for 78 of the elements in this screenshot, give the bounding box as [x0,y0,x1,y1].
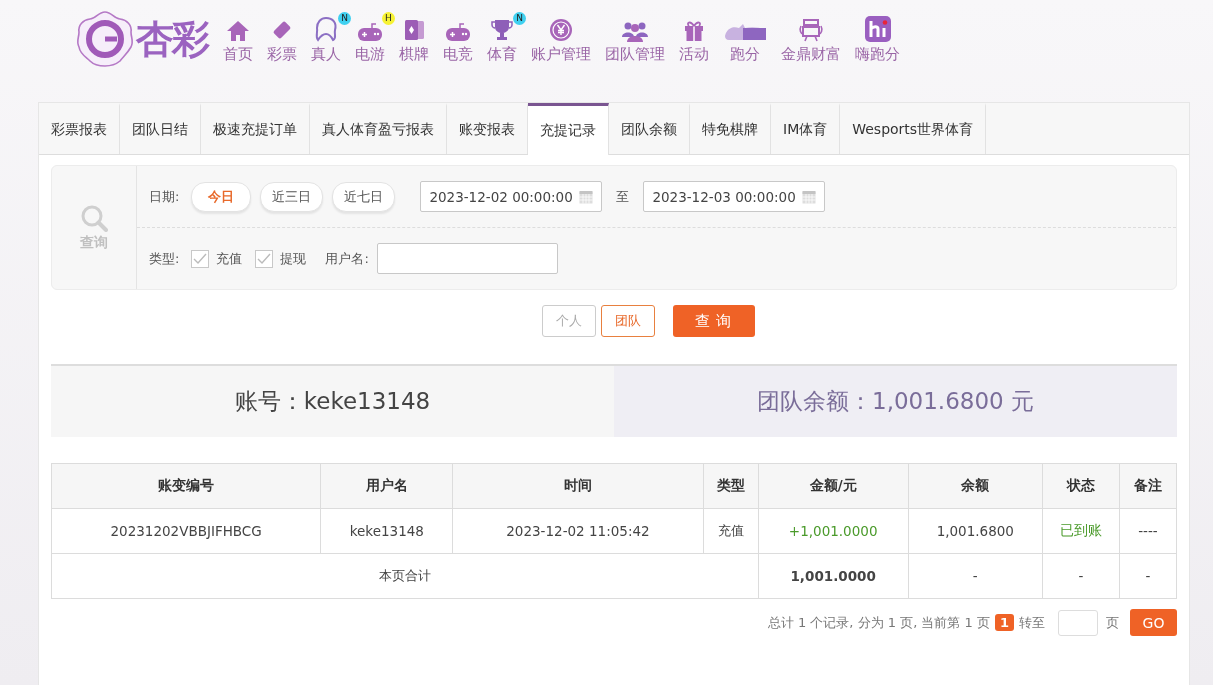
table-cell: ---- [1119,508,1177,554]
report-tab[interactable]: IM体育 [771,103,841,154]
nav-badge: N [338,12,351,25]
type-label: 类型: [149,249,180,268]
calendar-icon [802,189,817,204]
team-balance-text: 团队余额：1,001.6800 元 [757,387,1034,416]
report-tab[interactable]: 彩票报表 [39,103,120,154]
cards-icon [402,18,426,42]
table-cell: keke13148 [320,508,453,554]
table-cell: +1,001.0000 [758,508,909,554]
table-cell: - [908,553,1043,599]
nav-item[interactable]: 嗨跑分 [848,10,907,64]
group-icon [621,20,649,42]
search-icon [80,203,108,232]
end-date-field[interactable]: 2023-12-03 00:00:00 [643,181,826,212]
column-header: 备注 [1119,463,1177,509]
quick-date-button[interactable]: 近七日 [332,181,396,212]
checkbox[interactable] [255,249,274,268]
table-cell: 2023-12-02 11:05:42 [452,508,704,554]
nav-badge: N [513,12,526,25]
checkbox-label: 充值 [216,249,243,268]
hi-app-icon [864,16,891,42]
nav-item[interactable]: 电竞 [436,10,480,64]
nav-item[interactable]: N 体育 [480,10,524,64]
calendar-icon [579,189,594,204]
table-cell: 1,001.6800 [908,508,1043,554]
date-label: 日期: [149,187,180,206]
goto-label: 转至 [1019,613,1045,632]
table-cell: - [1042,553,1120,599]
nav-item[interactable]: 账户管理 [524,10,598,64]
nav-item[interactable]: H 电游 [348,10,392,64]
report-tab[interactable]: 真人体育盈亏报表 [310,103,447,154]
account-text: 账号：keke13148 [234,387,431,416]
report-tab[interactable]: 充提记录 [528,103,609,155]
column-header: 类型 [703,463,759,509]
nav-item[interactable]: N 真人 [304,10,348,64]
gamepad-icon [357,22,383,42]
table-cell: - [1119,553,1177,599]
username-label: 用户名: [325,249,369,268]
logo-text[interactable]: 杏彩 [136,13,208,65]
column-header: 金额/元 [758,463,909,509]
page-number-field[interactable] [1058,609,1098,636]
page-unit-label: 页 [1106,613,1119,632]
yen-coin-icon [549,18,573,42]
home-icon [226,20,250,42]
column-header: 余额 [908,463,1043,509]
logo-emblem-icon [76,10,134,68]
nav-item[interactable]: 团队管理 [598,10,672,64]
column-header: 状态 [1042,463,1120,509]
username-field[interactable] [376,243,558,274]
report-tab[interactable]: Wesports世界体育 [840,103,987,154]
nav-item[interactable]: 跑分 [716,10,774,64]
report-tab[interactable]: 团队余额 [609,103,690,154]
column-header: 用户名 [320,463,453,509]
nav-item[interactable]: 金鼎财富 [774,10,848,64]
total-label-cell: 本页合计 [51,553,759,599]
table-cell: 已到账 [1042,508,1120,554]
table-cell: 充值 [703,508,759,554]
column-header: 账变编号 [51,463,321,509]
nav-item[interactable]: 首页 [216,10,260,64]
quick-date-button[interactable]: 近三日 [260,181,324,212]
checkbox[interactable] [191,249,210,268]
nav-badge: H [382,12,395,25]
table-cell: 20231202VBBJIFHBCG [51,508,321,554]
report-tab[interactable]: 极速充提订单 [201,103,310,154]
trophy-icon [490,18,514,42]
checkbox-label: 提现 [280,249,307,268]
total-amount-cell: 1,001.0000 [758,553,909,599]
gamepad-icon [445,22,471,42]
nav-item[interactable]: 活动 [672,10,716,64]
start-date-field[interactable]: 2023-12-02 00:00:00 [420,181,603,212]
date-separator: 至 [616,187,630,206]
report-tab[interactable]: 团队日结 [120,103,201,154]
pagination-info: 总计 1 个记录, 分为 1 页, 当前第 1 页 [767,613,990,632]
column-header: 时间 [452,463,704,509]
nav-item[interactable]: 棋牌 [392,10,436,64]
nav-item[interactable]: 彩票 [260,10,304,64]
report-tab[interactable]: 特免棋牌 [690,103,771,154]
